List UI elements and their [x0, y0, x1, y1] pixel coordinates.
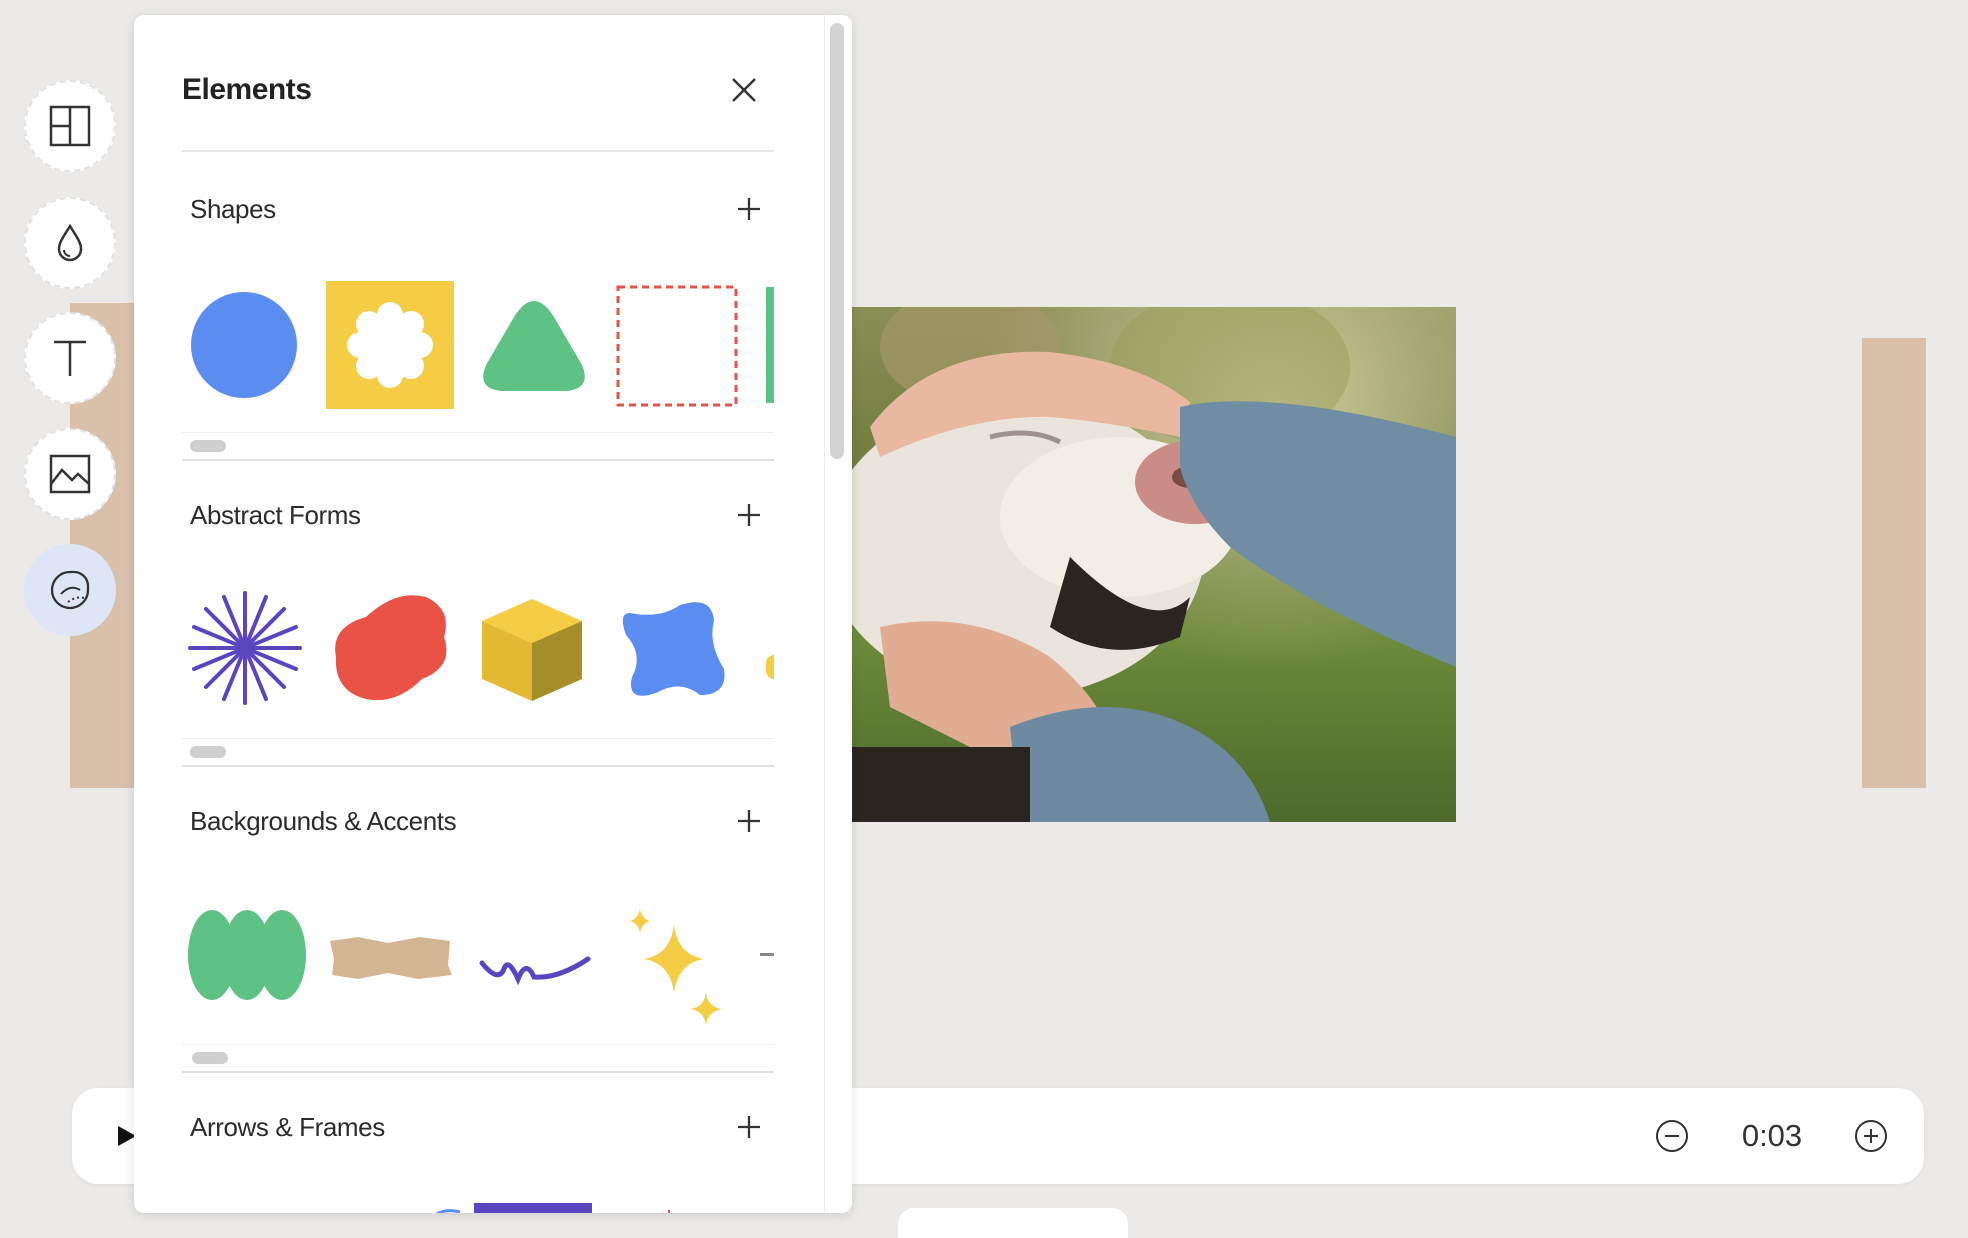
image-icon [49, 454, 91, 494]
sticker-icon [50, 570, 90, 610]
cube-icon [482, 599, 582, 701]
accent-purple-squiggle[interactable] [478, 949, 592, 987]
abstract-partial-yellow[interactable] [766, 655, 774, 679]
abstract-forms-scrollbar[interactable] [182, 738, 774, 767]
torn-paper-icon [330, 937, 452, 979]
bottom-tab[interactable] [898, 1208, 1128, 1238]
circle-shape-icon [191, 292, 297, 398]
backgrounds-accents-scrollbar[interactable] [182, 1044, 774, 1073]
close-panel-button[interactable] [728, 74, 760, 106]
shapes-scrollbar[interactable] [182, 432, 774, 461]
shape-partial-green[interactable] [766, 287, 774, 403]
arrow-partial-blue[interactable] [374, 1203, 484, 1213]
dog-photo-image [850, 307, 1456, 822]
scrollbar-thumb[interactable] [190, 746, 226, 758]
plus-circle-icon [1855, 1120, 1887, 1152]
squiggle-icon [479, 956, 591, 986]
panel-scrollbar-thumb[interactable] [830, 23, 844, 459]
time-readout: 0:03 [1741, 1118, 1803, 1153]
layout-icon [49, 105, 91, 147]
abstract-yellow-cube[interactable] [478, 595, 586, 705]
abstract-starburst[interactable] [188, 591, 302, 705]
text-icon [54, 340, 86, 376]
elements-panel: Elements Shapes Abstract Forms Backgroun… [134, 15, 852, 1213]
plus-icon [738, 810, 760, 832]
add-abstract-forms-button[interactable] [734, 500, 764, 530]
section-title-shapes: Shapes [190, 194, 276, 224]
accent-green-ovals[interactable] [188, 909, 306, 1001]
blob-star-icon [622, 602, 725, 696]
scrollbar-thumb[interactable] [192, 1052, 228, 1064]
starburst-icon [188, 591, 302, 705]
plus-icon [738, 504, 760, 526]
zoom-in-button[interactable] [1854, 1119, 1888, 1153]
section-title-abstract-forms: Abstract Forms [190, 500, 361, 530]
brush-blob-icon [335, 595, 447, 701]
sparkles-icon [630, 909, 722, 1025]
arrow-icon [668, 1210, 670, 1213]
add-shapes-button[interactable] [734, 194, 764, 224]
zoom-out-button[interactable] [1655, 1119, 1689, 1153]
flower-square-shape-icon [326, 281, 454, 409]
plus-icon [738, 1116, 760, 1138]
plus-icon [738, 198, 760, 220]
accent-tan-paper[interactable] [328, 935, 452, 981]
section-title-backgrounds-accents: Backgrounds & Accents [190, 806, 457, 836]
triangle-shape-icon [483, 301, 585, 391]
accent-partial-dash[interactable] [760, 953, 774, 956]
shape-flower-square[interactable] [326, 281, 454, 409]
arrow-icon [435, 1209, 461, 1213]
panel-divider [182, 150, 774, 152]
minus-circle-icon [1656, 1120, 1688, 1152]
accent-yellow-sparkles[interactable] [624, 907, 728, 1027]
rail-text-button[interactable] [24, 312, 116, 404]
droplet-icon [57, 223, 83, 262]
shape-rounded-triangle[interactable] [480, 295, 588, 395]
close-icon [732, 78, 756, 102]
rail-layout-button[interactable] [24, 80, 116, 172]
abstract-red-blob[interactable] [326, 587, 454, 709]
shape-dashed-frame[interactable] [616, 285, 738, 407]
add-arrows-frames-button[interactable] [734, 1112, 764, 1142]
section-title-arrows-frames: Arrows & Frames [190, 1112, 385, 1142]
abstract-blue-star[interactable] [620, 599, 728, 705]
canvas-photo[interactable] [850, 307, 1456, 822]
slide-thumbnail-right[interactable] [1862, 338, 1926, 788]
rail-elements-button[interactable] [24, 544, 116, 636]
shape-circle[interactable] [190, 291, 298, 399]
arrow-partial-red[interactable] [664, 1205, 674, 1213]
scrollbar-thumb[interactable] [190, 440, 226, 452]
ovals-icon [188, 910, 306, 1000]
rail-media-button[interactable] [24, 428, 116, 520]
frame-partial-purple[interactable] [474, 1203, 592, 1213]
rail-background-button[interactable] [24, 197, 116, 289]
add-backgrounds-accents-button[interactable] [734, 806, 764, 836]
dashed-frame-shape-icon [616, 285, 738, 407]
panel-title: Elements [182, 73, 312, 106]
